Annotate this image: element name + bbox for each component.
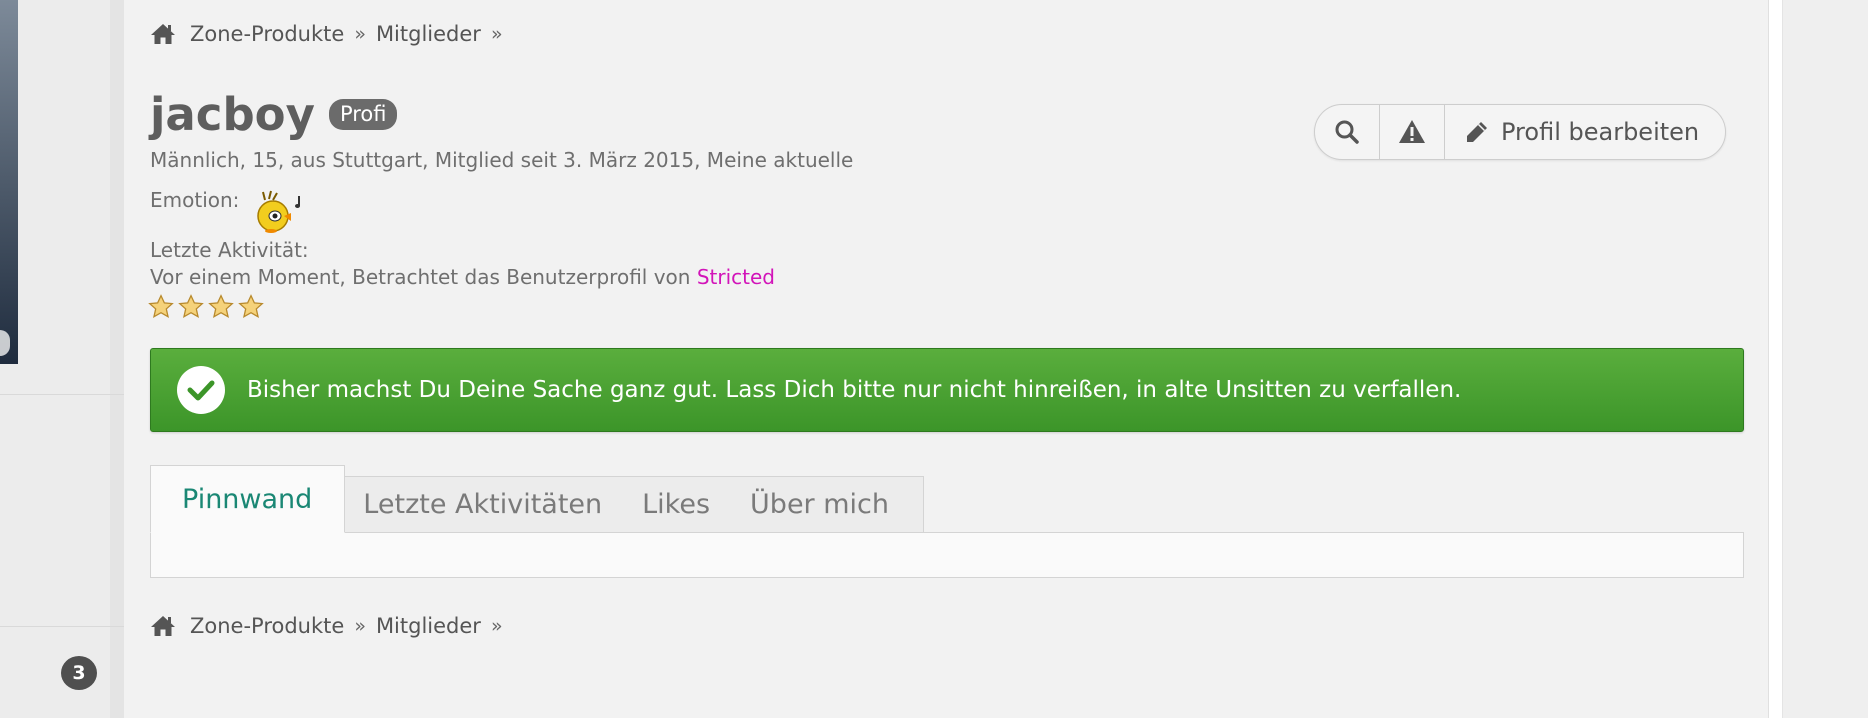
rank-badge: Profi: [328, 98, 398, 131]
emotion-icon: [257, 190, 301, 233]
emotion-row: Emotion:: [150, 188, 305, 234]
left-sidebar: [0, 0, 124, 718]
search-button[interactable]: [1315, 105, 1380, 159]
right-gutter: [1782, 0, 1868, 718]
breadcrumb-bottom: Zone-Produkte » Mitglieder »: [150, 614, 513, 638]
profile-actions: Profil bearbeiten: [1314, 104, 1727, 160]
profile-header: jacboy Profi: [150, 88, 398, 141]
tab-ueber-mich[interactable]: Über mich: [730, 489, 909, 520]
notice-text: Bisher machst Du Deine Sache ganz gut. L…: [247, 377, 1462, 403]
check-icon: [177, 366, 225, 414]
star-icon: [208, 294, 234, 319]
breadcrumb-separator: »: [490, 615, 503, 637]
tab-letzte-aktivitaeten[interactable]: Letzte Aktivitäten: [345, 489, 622, 520]
star-icon: [238, 294, 264, 319]
warning-icon: [1399, 120, 1425, 143]
avatar[interactable]: [0, 0, 18, 364]
success-notice: Bisher machst Du Deine Sache ganz gut. L…: [150, 348, 1744, 432]
star-icon: [148, 294, 174, 319]
tab-panel: [150, 532, 1744, 578]
tab-group: Letzte Aktivitäten Likes Über mich: [345, 476, 925, 533]
page-title: jacboy: [150, 88, 315, 141]
content-border: [1768, 0, 1783, 718]
edit-profile-label: Profil bearbeiten: [1501, 118, 1700, 146]
tab-pinnwand[interactable]: Pinnwand: [150, 465, 346, 533]
home-icon[interactable]: [150, 614, 176, 638]
emotion-label: Emotion:: [150, 188, 240, 212]
rank-stars: [148, 294, 264, 320]
profile-tabs: Pinnwand Letzte Aktivitäten Likes Über m…: [150, 465, 925, 533]
breadcrumb-item-zone-produkte[interactable]: Zone-Produkte: [190, 22, 344, 46]
breadcrumb-item-mitglieder[interactable]: Mitglieder: [376, 22, 481, 46]
activity-text: Vor einem Moment, Betrachtet das Benutze…: [150, 265, 775, 289]
report-button[interactable]: [1380, 105, 1445, 159]
pencil-icon: [1467, 122, 1487, 142]
edit-profile-button[interactable]: Profil bearbeiten: [1445, 105, 1725, 159]
divider: [0, 394, 124, 395]
search-icon: [1335, 120, 1359, 144]
tab-likes[interactable]: Likes: [622, 489, 730, 520]
divider: [0, 626, 124, 627]
star-icon: [178, 294, 204, 319]
count-badge[interactable]: 3: [61, 656, 97, 690]
breadcrumb-separator: »: [490, 23, 503, 45]
activity-user-link[interactable]: Stricted: [697, 265, 775, 289]
breadcrumb-item-mitglieder[interactable]: Mitglieder: [376, 614, 481, 638]
user-info: Männlich, 15, aus Stuttgart, Mitglied se…: [150, 148, 854, 172]
breadcrumb-separator: »: [354, 23, 366, 45]
breadcrumb-item-zone-produkte[interactable]: Zone-Produkte: [190, 614, 344, 638]
breadcrumb-separator: »: [354, 615, 366, 637]
breadcrumb: Zone-Produkte » Mitglieder »: [150, 22, 513, 46]
sidebar-border: [110, 0, 124, 718]
activity-description: Vor einem Moment, Betrachtet das Benutze…: [150, 265, 697, 289]
home-icon[interactable]: [150, 22, 176, 46]
activity-label: Letzte Aktivität:: [150, 238, 309, 262]
